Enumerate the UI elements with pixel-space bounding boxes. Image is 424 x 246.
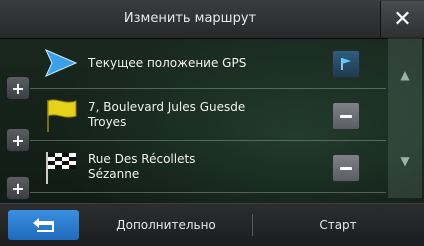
gps-arrow-icon xyxy=(40,44,80,82)
route-point-line1: Rue Des Récollets xyxy=(88,152,196,166)
more-button[interactable]: Дополнительно xyxy=(84,210,248,240)
plus-icon: + xyxy=(11,178,25,198)
toolbar-divider xyxy=(252,214,253,236)
flag-icon xyxy=(341,58,351,70)
minus-icon xyxy=(340,166,352,170)
add-route-point-button[interactable]: + xyxy=(6,76,30,100)
page-title: Изменить маршрут xyxy=(123,11,257,26)
remove-route-point-button[interactable] xyxy=(332,154,360,182)
scroll-up-icon[interactable]: ▲ xyxy=(398,68,412,82)
minus-icon xyxy=(340,114,352,118)
route-point-line2: Troyes xyxy=(88,115,127,129)
close-icon: ✕ xyxy=(393,6,412,32)
route-point-line1: 7, Boulevard Jules Guesde xyxy=(88,100,246,114)
route-point-text: 7, Boulevard Jules Guesde Troyes xyxy=(88,90,318,140)
remove-route-point-button[interactable] xyxy=(332,102,360,130)
add-route-point-button[interactable]: + xyxy=(6,128,30,152)
scrollbar[interactable]: ▲ ▼ xyxy=(388,38,422,198)
back-arrow-icon xyxy=(32,218,54,232)
route-point-text: Rue Des Récollets Sézanne xyxy=(88,142,318,192)
bottom-toolbar: Дополнительно Старт xyxy=(0,203,424,246)
route-point-line2: Sézanne xyxy=(88,167,140,181)
route-point-text: Текущее положение GPS xyxy=(88,38,318,88)
route-point-row[interactable]: 7, Boulevard Jules Guesde Troyes xyxy=(26,90,386,141)
route-points-list: Текущее положение GPS 7, Boulevard Jules… xyxy=(0,38,424,200)
checkered-flag-icon xyxy=(40,148,80,186)
plus-icon: + xyxy=(11,78,25,98)
scroll-down-icon[interactable]: ▼ xyxy=(398,154,412,168)
close-button[interactable]: ✕ xyxy=(380,1,424,37)
back-button[interactable] xyxy=(8,210,79,240)
yellow-flag-icon xyxy=(40,96,80,134)
set-destination-button[interactable] xyxy=(332,50,360,78)
title-bar: Изменить маршрут ✕ xyxy=(0,0,424,39)
start-button[interactable]: Старт xyxy=(258,210,418,240)
route-point-row[interactable]: Текущее положение GPS xyxy=(26,38,386,89)
add-route-point-button[interactable]: + xyxy=(6,176,30,200)
route-point-row[interactable]: Rue Des Récollets Sézanne xyxy=(26,142,386,193)
route-point-line1: Текущее положение GPS xyxy=(88,55,247,70)
plus-icon: + xyxy=(11,130,25,150)
